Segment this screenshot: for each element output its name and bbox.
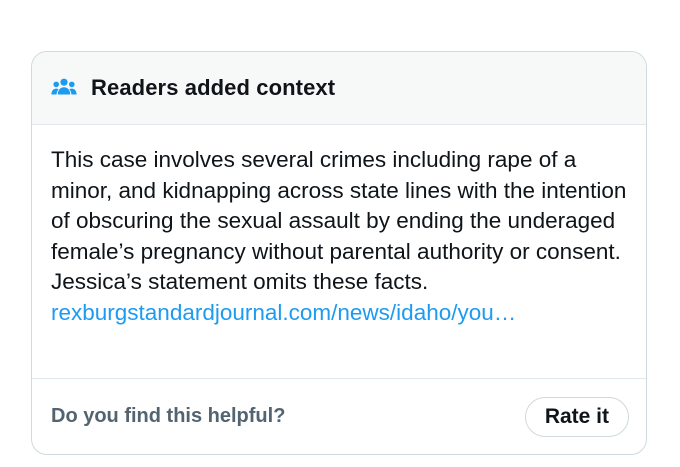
- note-footer: Do you find this helpful? Rate it: [32, 379, 646, 454]
- people-icon: [51, 77, 77, 99]
- helpful-question: Do you find this helpful?: [51, 405, 286, 427]
- community-note-card: Readers added context This case involves…: [31, 51, 647, 455]
- note-title: Readers added context: [91, 75, 336, 100]
- source-link[interactable]: rexburgstandardjournal.com/​news/idaho/y…: [51, 300, 516, 325]
- note-header: Readers added context: [32, 52, 646, 125]
- rate-it-button[interactable]: Rate it: [524, 396, 629, 437]
- note-text: This case involves several crimes includ…: [51, 145, 628, 328]
- note-body-text: This case involves several crimes includ…: [51, 147, 627, 294]
- note-body: This case involves several crimes includ…: [32, 125, 646, 379]
